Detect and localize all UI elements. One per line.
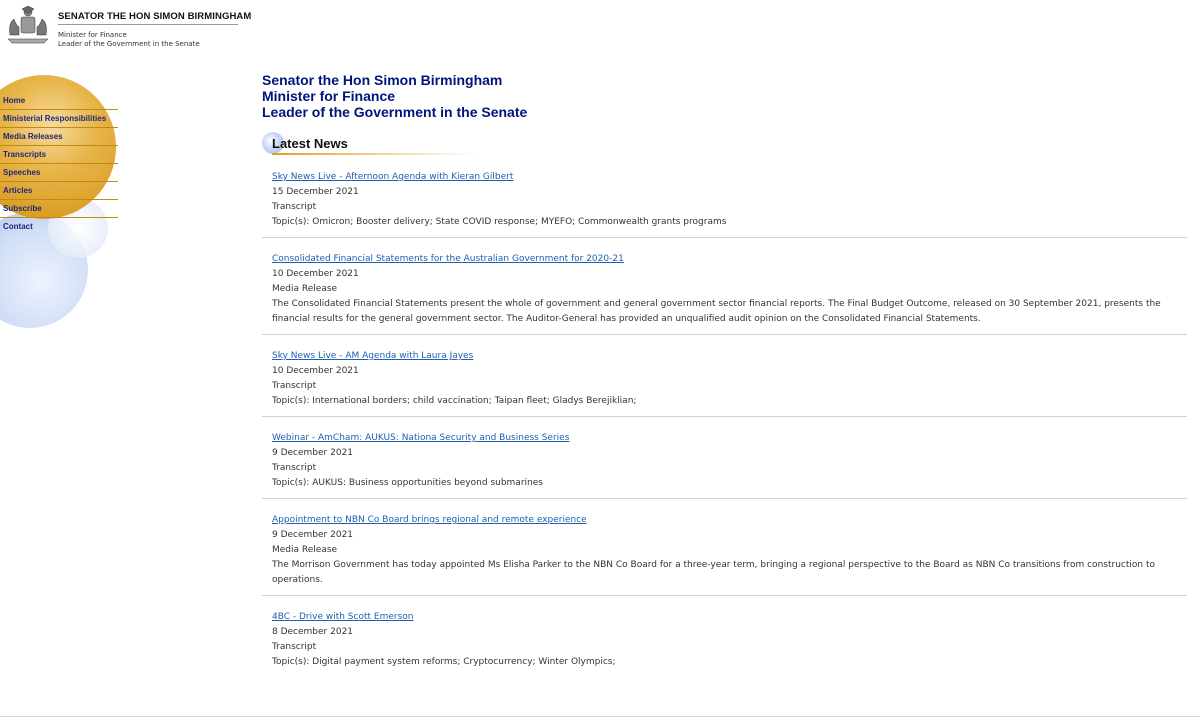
news-date: 9 December 2021 (272, 448, 354, 458)
footer-divider (0, 716, 1200, 717)
news-item: Webinar - AmCham: AUKUS: Nationa Securit… (262, 431, 1187, 499)
news-date: 10 December 2021 (272, 269, 359, 279)
news-date: 15 December 2021 (272, 187, 359, 197)
news-title-link[interactable]: Sky News Live - AM Agenda with Laura Jay… (272, 349, 473, 364)
nav-item-home[interactable]: Home (0, 92, 118, 110)
news-item: 4BC - Drive with Scott Emerson 8 Decembe… (262, 610, 1187, 677)
news-summary: Topic(s): International borders; child v… (272, 396, 637, 406)
news-title-link[interactable]: 4BC - Drive with Scott Emerson (272, 610, 413, 625)
site-subtitle-line: Leader of the Government in the Senate (58, 40, 200, 48)
news-list: Sky News Live - Afternoon Agenda with Ki… (262, 170, 1187, 677)
site-header: SENATOR THE HON SIMON BIRMINGHAM Ministe… (0, 0, 260, 60)
page-title-line: Senator the Hon Simon Birmingham (262, 72, 503, 88)
news-title-link[interactable]: Appointment to NBN Co Board brings regio… (272, 513, 587, 528)
news-summary: The Consolidated Financial Statements pr… (272, 299, 1161, 324)
latest-news-heading: Latest News (262, 132, 482, 156)
site-subtitle: Minister for Finance Leader of the Gover… (58, 31, 200, 49)
nav-item-subscribe[interactable]: Subscribe (0, 200, 118, 218)
news-type: Transcript (272, 202, 317, 212)
site-subtitle-line: Minister for Finance (58, 31, 127, 39)
news-title-link[interactable]: Webinar - AmCham: AUKUS: Nationa Securit… (272, 431, 569, 446)
news-summary: The Morrison Government has today appoin… (272, 560, 1155, 585)
page-title-line: Leader of the Government in the Senate (262, 104, 528, 120)
news-date: 10 December 2021 (272, 366, 359, 376)
nav-item-media-releases[interactable]: Media Releases (0, 128, 118, 146)
nav-item-transcripts[interactable]: Transcripts (0, 146, 118, 164)
left-nav: Home Ministerial Responsibilities Media … (0, 92, 118, 235)
nav-item-articles[interactable]: Articles (0, 182, 118, 200)
main-content: Senator the Hon Simon Birmingham Ministe… (262, 72, 1187, 691)
news-item: Appointment to NBN Co Board brings regio… (262, 513, 1187, 596)
news-item: Sky News Live - Afternoon Agenda with Ki… (262, 170, 1187, 238)
nav-item-speeches[interactable]: Speeches (0, 164, 118, 182)
site-title: SENATOR THE HON SIMON BIRMINGHAM (58, 11, 251, 25)
heading-underline (272, 153, 477, 155)
news-type: Transcript (272, 381, 317, 391)
news-summary: Topic(s): Omicron; Booster delivery; Sta… (272, 217, 727, 227)
news-title-link[interactable]: Consolidated Financial Statements for th… (272, 252, 624, 267)
news-type: Transcript (272, 642, 317, 652)
nav-item-ministerial-responsibilities[interactable]: Ministerial Responsibilities (0, 110, 118, 128)
page-title: Senator the Hon Simon Birmingham Ministe… (262, 72, 1187, 120)
news-summary: Topic(s): AUKUS: Business opportunities … (272, 478, 543, 488)
news-item: Consolidated Financial Statements for th… (262, 252, 1187, 335)
news-type: Media Release (272, 284, 338, 294)
coat-of-arms-icon (7, 5, 49, 44)
news-date: 8 December 2021 (272, 627, 354, 637)
news-item: Sky News Live - AM Agenda with Laura Jay… (262, 349, 1187, 417)
news-summary: Topic(s): Digital payment system reforms… (272, 657, 616, 667)
news-type: Transcript (272, 463, 317, 473)
news-date: 9 December 2021 (272, 530, 354, 540)
page-title-line: Minister for Finance (262, 88, 396, 104)
section-heading-label: Latest News (272, 136, 348, 151)
news-title-link[interactable]: Sky News Live - Afternoon Agenda with Ki… (272, 170, 513, 185)
nav-item-contact[interactable]: Contact (0, 218, 118, 235)
news-type: Media Release (272, 545, 338, 555)
